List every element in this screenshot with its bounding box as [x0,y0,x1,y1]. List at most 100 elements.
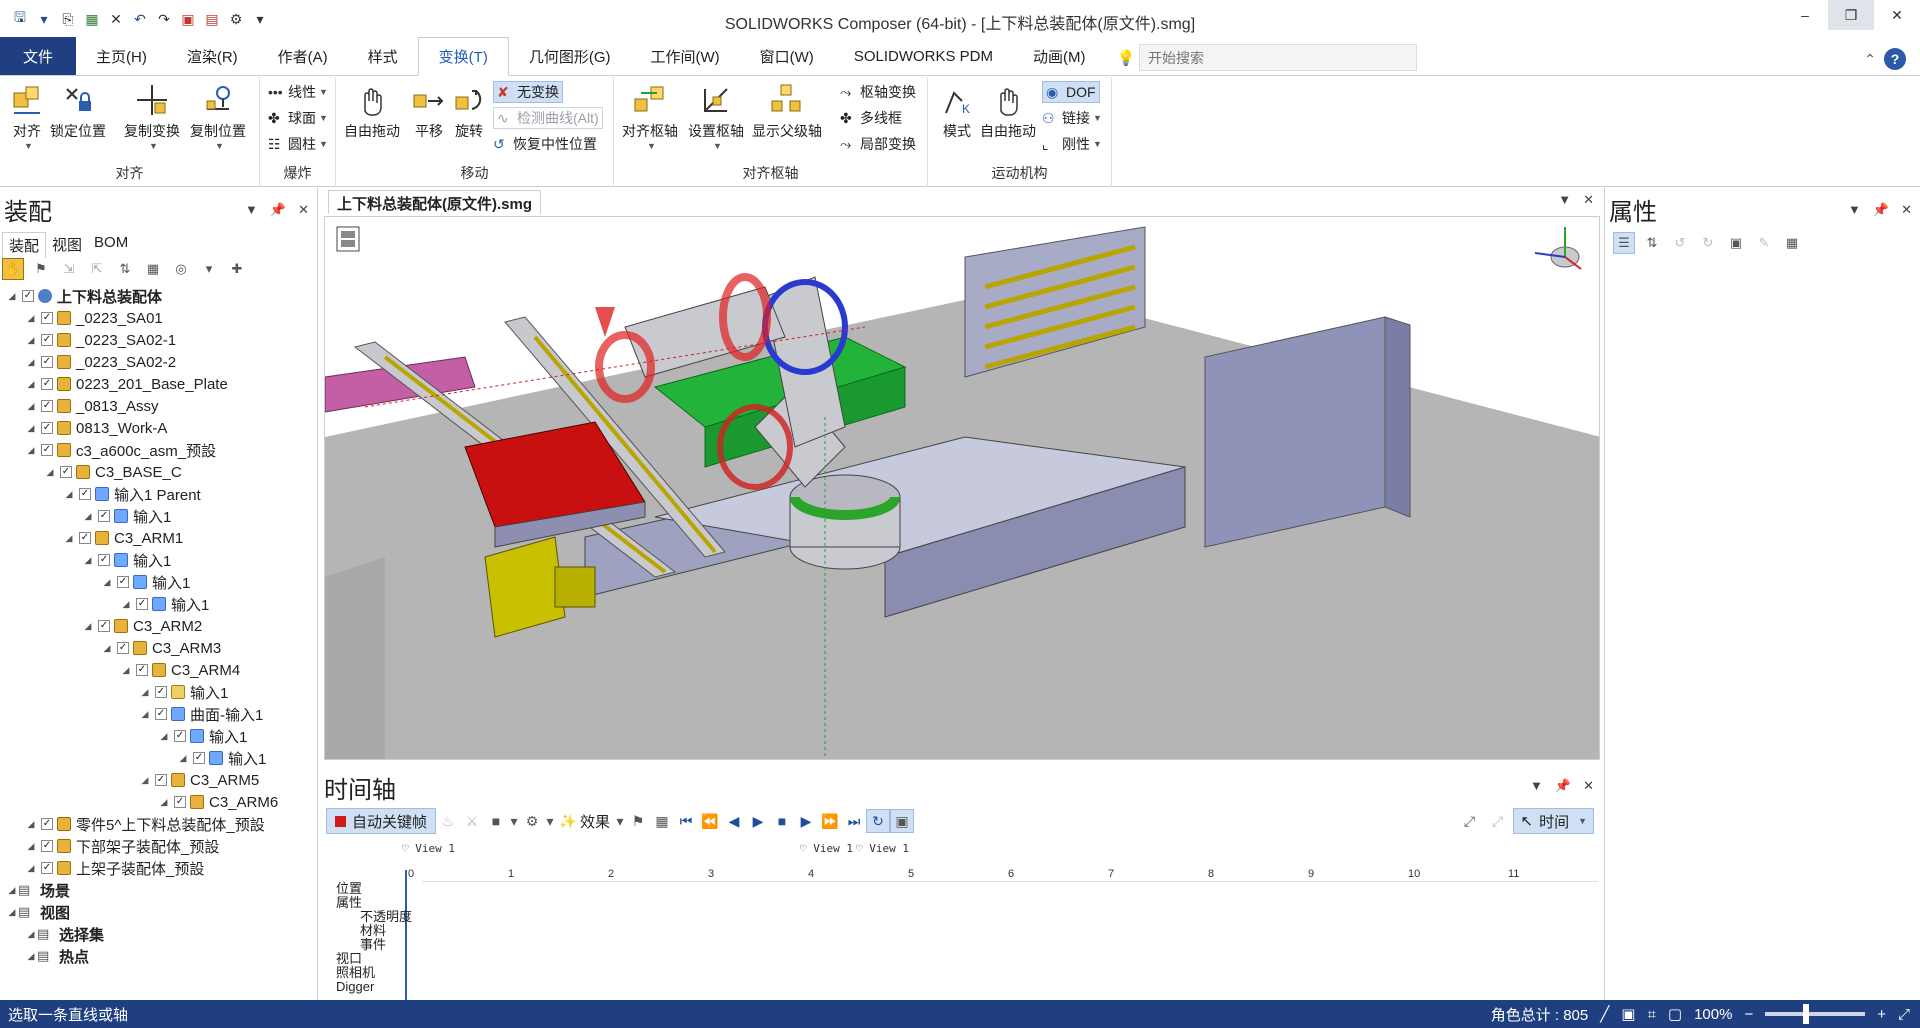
auto-key-button[interactable]: 自动关键帧 [326,808,437,834]
filter-icon[interactable]: ⚑ [30,258,52,280]
tree-node[interactable]: ◢ ✓ C3_ARM4 [0,659,316,681]
visibility-checkbox[interactable]: ✓ [79,532,91,544]
tree-expand-icon[interactable]: ◢ [177,753,189,764]
alphabetical-icon[interactable]: ⇅ [1641,232,1663,254]
go-to-start-icon[interactable]: ⏮ [674,809,698,833]
tab-animation[interactable]: 动画(M) [1013,37,1106,75]
tree-expand-icon[interactable]: ◢ [25,951,37,962]
visibility-checkbox[interactable]: ✓ [98,620,110,632]
dropdown-icon[interactable]: ▾ [614,809,626,833]
view-marker[interactable]: ♡ View 1 [402,842,455,855]
align-pivot-button[interactable]: 对齐枢轴 ▼ [622,83,678,151]
visibility-checkbox[interactable]: ✓ [41,818,53,830]
tree-expand-icon[interactable]: ◢ [25,863,37,874]
detect-curve-button[interactable]: ∿ 检测曲线(Alt) [493,107,603,129]
visibility-checkbox[interactable]: ✓ [155,774,167,786]
tree-node[interactable]: ◢ ✓ C3_BASE_C [0,461,316,483]
tree-expand-icon[interactable]: ◢ [101,643,113,654]
grid-icon[interactable]: ⌗ [1647,1006,1655,1023]
tree-node[interactable]: ◢ ▤ 选择集 [0,923,316,945]
customize-qat-icon[interactable]: ▾ [250,9,270,29]
table-icon[interactable]: ▦ [142,258,164,280]
tree-expand-icon[interactable]: ◢ [63,489,75,500]
tab-geometry[interactable]: 几何图形(G) [509,37,631,75]
measure-icon[interactable]: ╱ [1600,1005,1609,1023]
tree-expand-icon[interactable]: ◢ [82,511,94,522]
tree-node[interactable]: ◢ ✓ C3_ARM2 [0,615,316,637]
step-back-icon[interactable]: ◀ [722,809,746,833]
pin-icon[interactable]: 📌 [1555,778,1571,794]
local-transform-button[interactable]: ⤳ 局部变换 [840,133,916,155]
tree-node[interactable]: ◢ ✓ 输入1 [0,681,316,703]
visibility-checkbox[interactable]: ✓ [22,290,34,302]
tree-expand-icon[interactable]: ◢ [63,533,75,544]
zoom-out-icon[interactable]: − [1744,1006,1753,1023]
add-icon[interactable]: ✚ [226,258,248,280]
rotate-button[interactable]: 旋转 [452,83,486,141]
close-icon[interactable]: ✕ [1583,778,1594,794]
help-icon[interactable]: ? [1884,48,1906,70]
tree-expand-icon[interactable]: ◢ [25,357,37,368]
visibility-checkbox[interactable]: ✓ [174,796,186,808]
rigid-button[interactable]: ⌞ 刚性 ▼ [1042,133,1102,155]
default-icon[interactable]: ↺ [1669,232,1691,254]
view-marker[interactable]: ♡ View 1 [856,842,909,855]
dof-button[interactable]: ◉ DOF [1042,81,1100,103]
render-animation-icon[interactable]: ▣ [890,809,915,833]
visibility-checkbox[interactable]: ✓ [41,840,53,852]
visibility-checkbox[interactable]: ✓ [41,400,53,412]
tree-node[interactable]: ◢ ✓ C3_ARM1 [0,527,316,549]
tree-expand-icon[interactable]: ◢ [120,599,132,610]
3d-viewport[interactable] [324,216,1600,760]
select-mode-icon[interactable]: ✋ [2,258,24,280]
tree-expand-icon[interactable]: ◢ [139,775,151,786]
tree-node[interactable]: ◢ ✓ 零件5^上下料总装配体_预設 [0,813,316,835]
visibility-checkbox[interactable]: ✓ [193,752,205,764]
tree-node[interactable]: ◢ ✓ 输入1 [0,571,316,593]
reset-icon[interactable]: ↻ [1697,232,1719,254]
tree-node[interactable]: ◢ ✓ 输入1 [0,725,316,747]
visibility-checkbox[interactable]: ✓ [41,334,53,346]
pivot-transform-button[interactable]: ⤳ 枢轴变换 [840,81,916,103]
categorized-icon[interactable]: ☰ [1613,232,1635,254]
track-label[interactable]: 照相机 [336,966,412,980]
linear-explode-button[interactable]: ••• 线性 ▼ [268,81,328,103]
timeline-settings-icon[interactable]: ▦ [650,809,674,833]
visibility-checkbox[interactable]: ✓ [41,312,53,324]
tree-node[interactable]: ◢ ✓ 输入1 [0,505,316,527]
set-pivot-button[interactable]: 设置枢轴 ▼ [688,83,744,151]
copy-position-button[interactable]: 复制位置 ▼ [190,83,246,151]
kin-free-drag-button[interactable]: 自由拖动 [980,83,1036,141]
tree-expand-icon[interactable]: ◢ [158,731,170,742]
track-label[interactable]: 不透明度 [336,910,412,924]
visibility-checkbox[interactable]: ✓ [60,466,72,478]
tab-author[interactable]: 作者(A) [258,37,348,75]
panel-menu-icon[interactable]: ▼ [245,202,258,218]
no-transform-button[interactable]: ✘ 无变换 [493,81,563,103]
tree-node[interactable]: ◢ ✓ 上架子装配体_预設 [0,857,316,879]
document-menu-icon[interactable]: ▼ [1558,192,1571,208]
tree-expand-icon[interactable]: ◢ [139,709,151,720]
loop-icon[interactable]: ↻ [866,809,891,833]
redo-icon[interactable]: ↷ [154,9,174,29]
effects-label[interactable]: 效果 [580,811,610,832]
tree-node[interactable]: ◢ ✓ 输入1 [0,593,316,615]
visibility-checkbox[interactable]: ✓ [136,598,148,610]
lock-position-button[interactable]: 锁定位置 [50,83,106,141]
tree-expand-icon[interactable]: ◢ [6,907,18,918]
tree-node[interactable]: ◢ ✓ c3_a600c_asm_预設 [0,439,316,461]
save-as-icon[interactable]: ▾ [34,9,54,29]
tree-node[interactable]: ◢ ✓ _0223_SA01 [0,307,316,329]
tree-expand-icon[interactable]: ◢ [158,797,170,808]
visibility-checkbox[interactable]: ✓ [41,422,53,434]
close-document-icon[interactable]: ✕ [106,9,126,29]
view-marker[interactable]: ♡ View 1 [800,842,853,855]
tree-expand-icon[interactable]: ◢ [25,401,37,412]
visibility-checkbox[interactable]: ✓ [41,378,53,390]
visibility-checkbox[interactable]: ✓ [79,488,91,500]
show-parent-axis-button[interactable]: 显示父级轴 [752,83,822,141]
zoom-fit-icon[interactable]: ⤢ [1457,809,1481,833]
multi-wireframe-button[interactable]: ✤ 多线框 [840,107,902,129]
tab-style[interactable]: 样式 [348,37,418,75]
previous-key-icon[interactable]: ⏪ [698,809,722,833]
